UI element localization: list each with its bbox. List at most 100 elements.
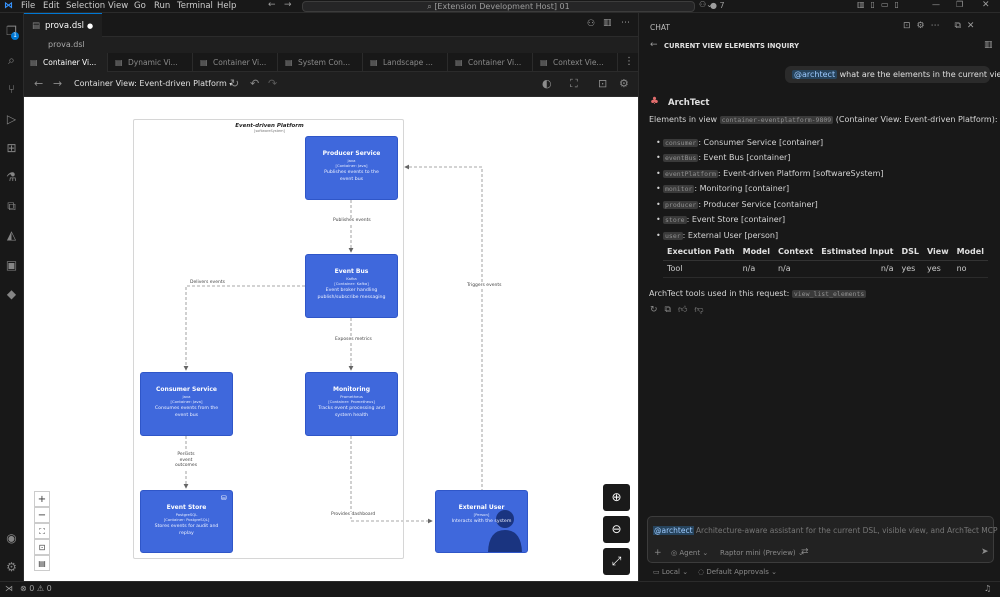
- editor-tab-prova[interactable]: ▤ prova.dsl ●: [24, 13, 102, 37]
- extensions-icon[interactable]: ⊞: [4, 141, 19, 156]
- bell-icon[interactable]: ♫: [984, 584, 991, 593]
- split-editor-icon[interactable]: ⚇: [587, 19, 595, 29]
- command-center[interactable]: ⌕ [Extension Development Host] 01: [302, 1, 695, 12]
- attach-icon[interactable]: +: [654, 548, 662, 558]
- node-external-user[interactable]: External User [Person] Interacts with th…: [435, 490, 528, 553]
- node-producer-service[interactable]: Producer Service Java [Container: Java] …: [305, 136, 398, 200]
- menu-help[interactable]: Help: [217, 1, 236, 11]
- redo-icon[interactable]: ↷: [268, 77, 277, 90]
- run-debug-icon[interactable]: ▷: [4, 112, 19, 127]
- back-arrow-icon[interactable]: ←: [268, 0, 276, 10]
- panel-layout-icon[interactable]: ▥: [984, 40, 993, 50]
- notifications-indicator[interactable]: ● 7: [710, 1, 725, 10]
- approvals-picker[interactable]: ◌ Default Approvals ⌄: [698, 568, 777, 576]
- view-tab-4[interactable]: ▤ System Con...: [279, 53, 363, 72]
- breadcrumb[interactable]: prova.dsl: [24, 37, 638, 53]
- tabs-more-icon[interactable]: ⋮: [624, 56, 634, 67]
- element-text: : Monitoring [container]: [694, 184, 790, 193]
- menu-run[interactable]: Run: [154, 1, 170, 11]
- minimap-button[interactable]: ▤: [34, 555, 50, 571]
- node-consumer-service[interactable]: Consumer Service Java [Container: Java] …: [140, 372, 233, 436]
- zoom-in-large-button[interactable]: ⊕: [603, 484, 630, 511]
- settings-icon[interactable]: ⚙: [619, 77, 629, 90]
- close-icon[interactable]: ✕: [982, 0, 990, 10]
- testing-icon[interactable]: ⚗: [4, 170, 19, 185]
- node-monitoring[interactable]: Monitoring Prometheus [Container: Promet…: [305, 372, 398, 436]
- zoom-in-button[interactable]: +: [34, 491, 50, 507]
- view-tab-6[interactable]: ▤ Container Vi...: [449, 53, 533, 72]
- restore-icon[interactable]: ❐: [956, 0, 963, 9]
- explorer-badge: 1: [11, 32, 19, 40]
- tool-name-code: view_list_elements: [791, 290, 867, 298]
- zoom-out-large-button[interactable]: ⊖: [603, 516, 630, 543]
- warning-count: 0: [46, 584, 52, 593]
- model-picker[interactable]: Raptor mini (Preview) ⌄: [720, 549, 804, 557]
- table-cell: n/a: [738, 260, 774, 278]
- palette-icon[interactable]: ◐: [542, 77, 552, 90]
- breadcrumb-file[interactable]: prova.dsl: [48, 40, 85, 49]
- menu-terminal[interactable]: Terminal: [177, 1, 213, 11]
- source-control-icon[interactable]: ⑂: [4, 82, 19, 97]
- remote-explorer-icon[interactable]: ⧉: [4, 199, 19, 214]
- view-tab-label: Landscape ...: [383, 58, 433, 67]
- chat-input[interactable]: @archtect Architecture-aware assistant f…: [647, 516, 1000, 563]
- account-icon[interactable]: ◉: [4, 531, 19, 546]
- location-picker[interactable]: ▭ Local ⌄: [653, 568, 688, 576]
- chat-subheader: CURRENT VIEW ELEMENTS INQUIRY: [664, 42, 800, 50]
- retry-icon[interactable]: ↻: [650, 305, 665, 315]
- node-event-store[interactable]: ⛁ Event Store PostgreSQL [Container: Pos…: [140, 490, 233, 553]
- layout-icons[interactable]: ▥▯▭▯: [857, 0, 905, 9]
- search-icon[interactable]: ⌕: [4, 53, 19, 68]
- lock-button[interactable]: ⊡: [34, 539, 50, 555]
- chat-input-content[interactable]: @archtect Architecture-aware assistant f…: [653, 526, 1000, 535]
- thumbs-down-icon[interactable]: 👎︎: [694, 305, 710, 315]
- send-icon[interactable]: ➤: [981, 547, 989, 557]
- menu-go[interactable]: Go: [134, 1, 146, 11]
- caret-icon: ⌄: [771, 568, 777, 576]
- title-bar: ⋈ File Edit Selection View Go Run Termin…: [0, 0, 1000, 13]
- deploy-icon[interactable]: ◆: [4, 287, 19, 302]
- undo-icon[interactable]: ↶: [250, 77, 259, 90]
- remote-icon[interactable]: ⋊: [5, 584, 13, 593]
- thumbs-up-icon[interactable]: 👍︎: [678, 305, 694, 315]
- node-name: Producer Service: [322, 150, 381, 157]
- fit-view-icon[interactable]: ⛶: [570, 77, 578, 91]
- chat-header-actions[interactable]: ⊡⚙⋯ ⧉✕: [903, 21, 980, 31]
- expand-button[interactable]: ⤢: [603, 548, 630, 575]
- archtect-icon[interactable]: ▣: [4, 258, 19, 273]
- view-tab-3[interactable]: ▤ Container Vi...: [194, 53, 278, 72]
- chat-back-icon[interactable]: ←: [650, 40, 658, 50]
- problems-indicator[interactable]: ⊗ 0 ⚠ 0: [20, 584, 52, 593]
- node-event-bus[interactable]: Event Bus Kafka [Container: Kafka] Event…: [305, 254, 398, 318]
- view-icon: ▤: [455, 58, 463, 67]
- fit-view-button[interactable]: ⛶: [34, 523, 50, 539]
- view-tab-7[interactable]: ▤ Context Vie...: [534, 53, 618, 72]
- copy-icon[interactable]: ⧉: [665, 305, 678, 315]
- zoom-out-button[interactable]: −: [34, 507, 50, 523]
- split-editor-right-icon[interactable]: ▥: [603, 18, 612, 28]
- more-actions-icon[interactable]: ⋯: [621, 18, 630, 28]
- node-type: [Container: Java]: [335, 163, 368, 168]
- view-tab-2[interactable]: ▤ Dynamic Vi...: [109, 53, 193, 72]
- settings-gear-icon[interactable]: ⚙: [4, 560, 19, 575]
- user-message: @archtect what are the elements in the c…: [785, 66, 1000, 83]
- nav-back-icon[interactable]: ←: [34, 77, 43, 90]
- menu-file[interactable]: File: [21, 1, 35, 11]
- mode-picker[interactable]: ◎ Agent ⌄: [671, 549, 708, 557]
- azure-icon[interactable]: ◭: [4, 228, 19, 243]
- menu-selection[interactable]: Selection: [66, 1, 105, 11]
- diagram-canvas[interactable]: Event-driven Platform [softwareSystem] P…: [24, 97, 638, 581]
- unsaved-dot-icon[interactable]: ●: [87, 14, 93, 38]
- editor-tab-label: prova.dsl: [45, 21, 85, 31]
- view-selector[interactable]: Container View: Event-driven Platform ▾: [74, 79, 232, 88]
- menu-view[interactable]: View: [108, 1, 128, 11]
- view-tab-1[interactable]: ▤ Container Vi...: [24, 53, 108, 72]
- nav-forward-icon[interactable]: →: [53, 77, 62, 90]
- menu-edit[interactable]: Edit: [43, 1, 59, 11]
- forward-arrow-icon[interactable]: →: [284, 0, 292, 10]
- view-tab-5[interactable]: ▤ Landscape ...: [364, 53, 448, 72]
- tools-icon[interactable]: ⇄: [801, 547, 809, 557]
- minimize-icon[interactable]: —: [932, 0, 940, 9]
- lock-icon[interactable]: ⊡: [598, 77, 607, 90]
- refresh-icon[interactable]: ↻: [230, 77, 239, 90]
